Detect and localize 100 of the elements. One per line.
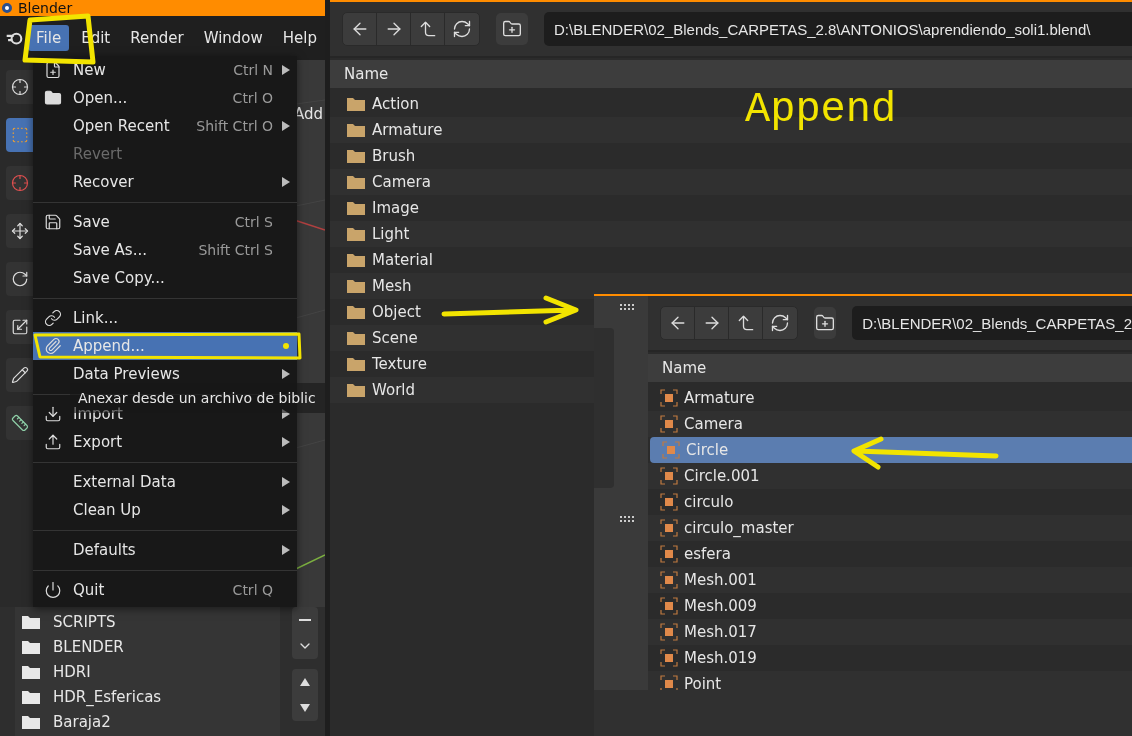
folder-icon <box>21 638 41 655</box>
shortcut-label: Ctrl O <box>232 90 273 106</box>
datablock-item[interactable]: Point <box>648 671 1132 690</box>
menu-item[interactable]: Link... <box>33 304 297 332</box>
triangle-down-icon <box>299 703 311 713</box>
folder-plus-icon <box>815 313 836 333</box>
menu-item[interactable]: Save Copy... <box>33 264 297 292</box>
datablock-item[interactable]: Camera <box>648 411 1132 437</box>
menu-tab[interactable]: Help <box>274 25 325 51</box>
crosshair-icon <box>10 78 29 96</box>
rotate-tool-button[interactable] <box>6 262 33 296</box>
folder-icon <box>21 688 41 705</box>
bookmark-item[interactable]: HDR_Esfericas <box>53 687 162 706</box>
object-icon <box>660 571 678 589</box>
annotate-tool-button[interactable] <box>6 358 33 392</box>
folder-plus-icon <box>502 19 522 39</box>
menu-item[interactable]: Defaults <box>33 536 297 564</box>
object-icon <box>662 441 680 459</box>
shortcut-label: Ctrl N <box>233 62 273 78</box>
folder-item[interactable]: Light <box>330 221 1132 247</box>
object-icon <box>660 415 678 433</box>
path-field[interactable]: D:\BLENDER\02_Blends_CARPETAS_2 <box>852 306 1132 340</box>
new-folder-button[interactable] <box>496 13 528 45</box>
menu-tab[interactable]: Window <box>195 25 271 51</box>
folder-icon <box>346 330 366 346</box>
object-icon <box>660 545 678 563</box>
shortcut-label: Ctrl S <box>234 214 273 230</box>
bookmark-item[interactable]: Baraja2 <box>53 712 111 731</box>
dot-icon <box>283 343 289 349</box>
object-icon <box>660 467 678 485</box>
object-icon <box>660 389 678 407</box>
folder-icon <box>346 278 366 294</box>
menu-item[interactable]: Open... Ctrl O <box>33 84 297 112</box>
refresh-icon <box>452 19 472 39</box>
bookmark-item[interactable]: BLENDER <box>53 637 124 656</box>
menu-item[interactable]: Clean Up <box>33 496 297 524</box>
folder-icon <box>346 226 366 242</box>
refresh-icon <box>770 313 790 333</box>
pencil-icon <box>10 366 29 384</box>
menu-item[interactable]: Save Ctrl S <box>33 208 297 236</box>
move-tool-button[interactable] <box>6 214 33 248</box>
bookmark-item[interactable]: SCRIPTS <box>53 612 116 631</box>
folder-icon <box>346 96 366 112</box>
grip-icon[interactable] <box>620 304 634 310</box>
minus-icon <box>299 619 311 621</box>
object-icon <box>660 597 678 615</box>
folder-icon <box>21 663 41 680</box>
folder-icon <box>346 356 366 372</box>
folder-icon <box>346 200 366 216</box>
object-icon <box>660 623 678 641</box>
menu-item[interactable]: Save As... Shift Ctrl S <box>33 236 297 264</box>
export-icon <box>44 433 62 451</box>
folder-icon <box>21 713 41 730</box>
folder-icon <box>21 613 41 630</box>
dashed-square-icon <box>10 126 29 144</box>
grip-icon[interactable] <box>620 516 634 522</box>
folder-item[interactable]: Camera <box>330 169 1132 195</box>
datablock-item[interactable]: Circle.001 <box>648 463 1132 489</box>
new-file-icon <box>44 61 62 79</box>
datablock-item[interactable]: Mesh.017 <box>648 619 1132 645</box>
scale-tool-button[interactable] <box>6 310 33 344</box>
tooltip-text: Anexar desde un archivo de biblic <box>78 390 316 406</box>
editor-type-button[interactable] <box>6 70 33 104</box>
measure-tool-button[interactable] <box>6 406 33 440</box>
triangle-up-icon <box>299 677 311 687</box>
new-folder-button[interactable] <box>814 307 837 339</box>
paperclip-icon <box>44 337 62 355</box>
object-icon <box>660 649 678 667</box>
folder-item[interactable]: Mesh <box>330 273 1132 299</box>
shortcut-label: Shift Ctrl O <box>196 118 273 134</box>
menu-item[interactable]: Export <box>33 428 297 456</box>
menu-item[interactable]: Quit Ctrl Q <box>33 576 297 604</box>
menu-item[interactable]: Open Recent Shift Ctrl O <box>33 112 297 140</box>
object-icon <box>660 519 678 537</box>
shortcut-label: Shift Ctrl S <box>198 242 273 258</box>
menu-item[interactable]: Recover <box>33 168 297 196</box>
folder-icon <box>44 89 62 107</box>
column-header[interactable]: Name <box>648 354 1132 382</box>
rotate-icon <box>10 270 29 288</box>
datablock-item[interactable]: Mesh.001 <box>648 567 1132 593</box>
folder-icon <box>346 122 366 138</box>
menu-item[interactable]: External Data <box>33 468 297 496</box>
select-box-button[interactable] <box>6 118 33 152</box>
menu-tab[interactable]: File <box>28 25 70 51</box>
path-field[interactable]: D:\BLENDER\02_Blends_CARPETAS_2.8\ANTONIOS\aprendiendo_soli1.blend\ <box>544 12 1132 46</box>
datablock-item[interactable]: circulo_master <box>648 515 1132 541</box>
cursor-tool-button[interactable] <box>6 166 33 200</box>
menu-item[interactable]: New Ctrl N <box>33 56 297 84</box>
scale-icon <box>10 318 29 336</box>
app-icon <box>2 3 12 13</box>
folder-icon <box>346 148 366 164</box>
shortcut-label: Ctrl Q <box>232 582 273 598</box>
column-header[interactable]: Name <box>330 60 1132 88</box>
folder-icon <box>346 304 366 320</box>
menu-tab[interactable]: Render <box>122 25 192 51</box>
object-icon <box>660 493 678 511</box>
bookmark-item[interactable]: HDRI <box>53 662 91 681</box>
window-title: Blender <box>18 0 73 16</box>
folder-icon <box>346 174 366 190</box>
folder-icon <box>346 382 366 398</box>
